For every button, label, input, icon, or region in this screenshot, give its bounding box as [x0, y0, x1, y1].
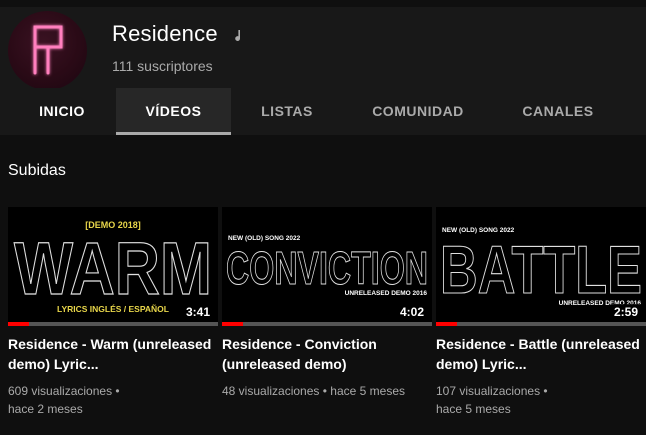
channel-name: Residence — [112, 21, 218, 46]
video-age: hace 2 meses — [8, 402, 83, 416]
video-title[interactable]: Residence - Battle (unreleased demo) Lyr… — [436, 334, 641, 374]
video-age: hace 5 meses — [436, 402, 511, 416]
thumb-bottom-text: UNRELEASED DEMO 2016 — [345, 290, 428, 297]
video-title[interactable]: Residence - Warm (unreleased demo) Lyric… — [8, 334, 213, 374]
video-views: 107 visualizaciones • — [436, 384, 548, 398]
video-meta: 609 visualizaciones • hace 2 meses — [8, 382, 213, 418]
watch-progress-fill — [222, 322, 243, 326]
channel-tabs: INICIO VÍDEOS LISTAS COMUNIDAD CANALES — [0, 88, 646, 135]
video-duration: 2:59 — [609, 304, 642, 320]
watch-progress-fill — [8, 322, 29, 326]
video-meta: 107 visualizaciones • hace 5 meses — [436, 382, 641, 418]
thumb-main-text: BATTLE — [440, 232, 642, 308]
tab-listas[interactable]: LISTAS — [231, 88, 343, 135]
thumb-main-text: WARM — [14, 227, 212, 310]
video-thumbnail[interactable]: [DEMO 2018] WARM LYRICS INGLÉS / ESPAÑOL… — [8, 207, 218, 326]
video-age: hace 5 meses — [330, 384, 405, 398]
watch-progress-bar — [222, 322, 432, 326]
music-note-icon — [235, 30, 241, 41]
watch-progress-fill — [436, 322, 457, 326]
section-title: Subidas — [8, 162, 66, 179]
tab-videos[interactable]: VÍDEOS — [116, 88, 231, 135]
watch-progress-bar — [8, 322, 218, 326]
tab-canales[interactable]: CANALES — [493, 88, 623, 135]
channel-header: Residence 111 suscriptores — [0, 7, 646, 90]
video-title[interactable]: Residence - Conviction (unreleased demo) — [222, 334, 427, 374]
tab-inicio[interactable]: INICIO — [8, 88, 116, 135]
channel-avatar[interactable] — [8, 11, 87, 90]
top-strip — [0, 0, 646, 7]
video-meta: 48 visualizaciones • hace 5 meses — [222, 382, 427, 400]
video-duration: 3:41 — [181, 304, 214, 320]
thumb-top-text: NEW (OLD) SONG 2022 — [228, 235, 301, 242]
tab-comunidad[interactable]: COMUNIDAD — [343, 88, 493, 135]
video-views: 609 visualizaciones • — [8, 384, 120, 398]
video-duration: 4:02 — [395, 304, 428, 320]
avatar-logo-icon — [33, 25, 63, 75]
thumb-bottom-text: LYRICS INGLÉS / ESPAÑOL — [57, 304, 169, 314]
watch-progress-bar — [436, 322, 646, 326]
video-thumbnail[interactable]: NEW (OLD) SONG 2022 BATTLE UNRELEASED DE… — [436, 207, 646, 326]
thumb-main-text: CONVICTION — [226, 242, 428, 294]
subscriber-count: 111 suscriptores — [112, 58, 213, 74]
video-thumbnail[interactable]: NEW (OLD) SONG 2022 CONVICTION UNRELEASE… — [222, 207, 432, 326]
video-views: 48 visualizaciones • — [222, 384, 327, 398]
